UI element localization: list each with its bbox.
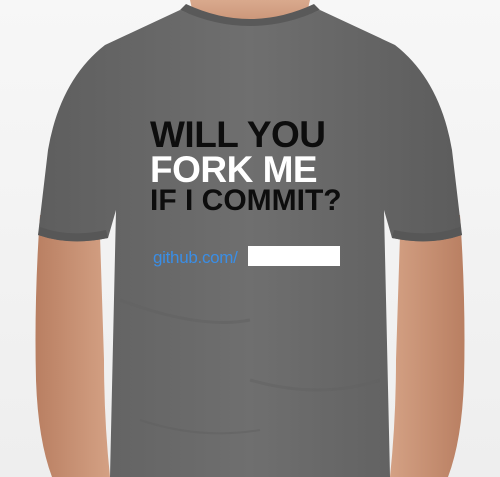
shirt-print: WILL YOU FORK ME IF I COMMIT? github.com… [0,0,500,477]
url-blank-box [248,246,340,266]
slogan-line-3: IF I COMMIT? [150,184,342,217]
slogan-line-1: WILL YOU [150,114,326,155]
github-url-text: github.com/ [153,248,238,267]
slogan-line-2: FORK ME [150,149,318,190]
tshirt-photo: WILL YOU FORK ME IF I COMMIT? github.com… [0,0,500,477]
